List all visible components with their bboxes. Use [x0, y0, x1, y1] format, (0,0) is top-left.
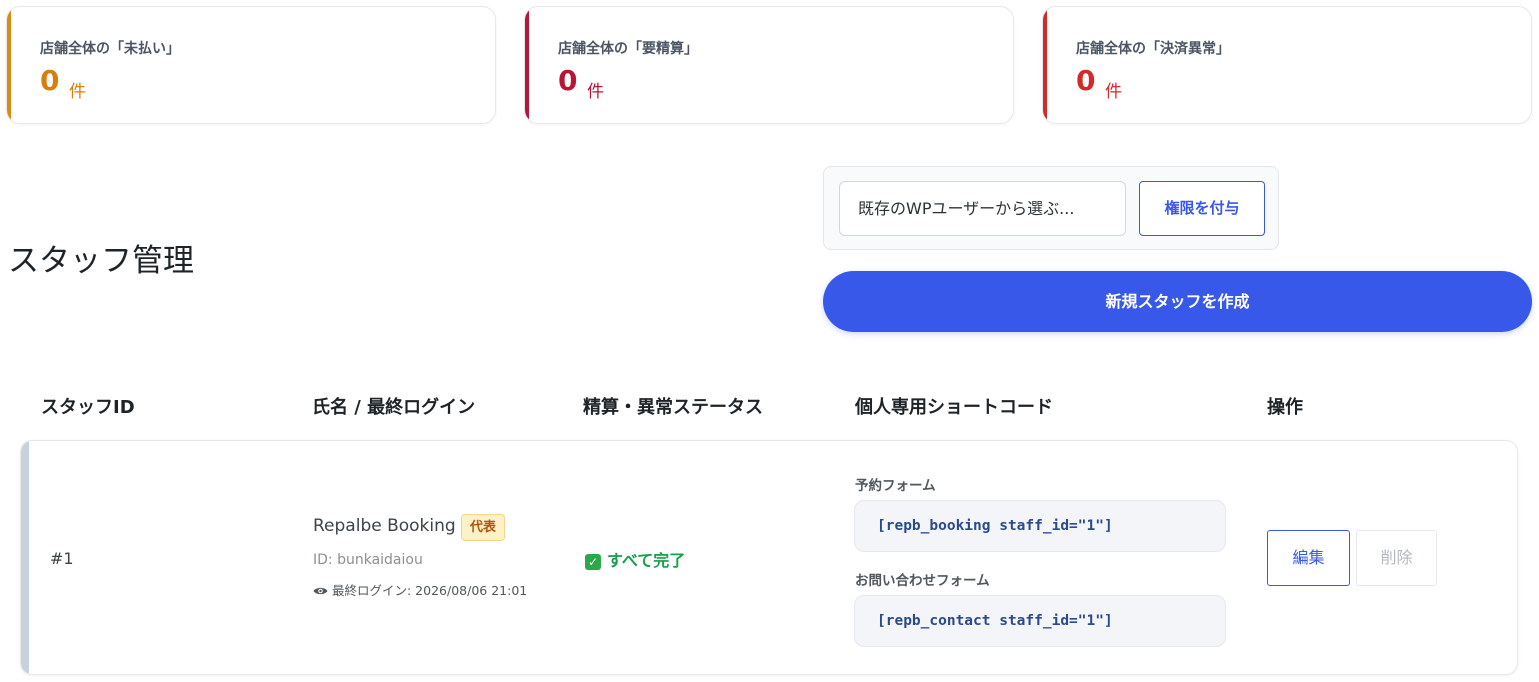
summary-label: 店舗全体の「要精算」: [558, 41, 698, 57]
table-row: #1 Repalbe Booking 代表 ID: bunkaidaiou 最終…: [20, 440, 1518, 675]
contact-shortcode[interactable]: [repb_contact staff_id="1"]: [854, 595, 1226, 647]
settlement-status: ✓ すべて完了: [585, 547, 685, 571]
page-title: スタッフ管理: [8, 243, 194, 279]
summary-unit: 件: [587, 82, 604, 102]
check-icon: ✓: [585, 554, 601, 570]
grant-permission-button[interactable]: 権限を付与: [1139, 181, 1265, 236]
column-header-actions: 操作: [1267, 397, 1303, 418]
booking-form-label: 予約フォーム: [855, 478, 936, 494]
summary-unit: 件: [1105, 82, 1122, 102]
contact-form-label: お問い合わせフォーム: [855, 573, 990, 589]
column-header-staff-id: スタッフID: [41, 397, 135, 418]
wp-user-select[interactable]: 既存のWPユーザーから選ぶ...: [839, 181, 1126, 236]
column-header-status: 精算・異常ステータス: [583, 397, 763, 418]
delete-button[interactable]: 削除: [1356, 530, 1437, 586]
eye-icon: [313, 587, 328, 595]
last-login-text: 最終ログイン: 2026/08/06 21:01: [332, 583, 528, 598]
staff-login-id: ID: bunkaidaiou: [313, 552, 423, 568]
summary-count: 0: [40, 64, 60, 97]
role-badge: 代表: [461, 514, 506, 541]
last-login: 最終ログイン: 2026/08/06 21:01: [313, 580, 527, 599]
summary-label: 店舗全体の「未払い」: [40, 41, 180, 57]
summary-card-settlement: 店舗全体の「要精算」 0 件: [524, 6, 1014, 124]
summary-unit: 件: [69, 82, 86, 102]
create-staff-button[interactable]: 新規スタッフを作成: [823, 271, 1532, 332]
summary-count: 0: [558, 64, 578, 97]
summary-label: 店舗全体の「決済異常」: [1076, 41, 1230, 57]
booking-shortcode[interactable]: [repb_booking staff_id="1"]: [854, 500, 1226, 552]
edit-button[interactable]: 編集: [1267, 530, 1350, 586]
column-header-shortcode: 個人専用ショートコード: [855, 397, 1053, 418]
staff-id: #1: [50, 549, 74, 568]
column-header-name: 氏名 / 最終ログイン: [312, 397, 476, 418]
assign-user-panel: 既存のWPユーザーから選ぶ... 権限を付与: [823, 166, 1279, 250]
staff-name: Repalbe Booking: [313, 516, 456, 536]
summary-card-unpaid: 店舗全体の「未払い」 0 件: [6, 6, 496, 124]
summary-card-payment-error: 店舗全体の「決済異常」 0 件: [1042, 6, 1532, 124]
status-text: すべて完了: [607, 551, 686, 570]
summary-count: 0: [1076, 64, 1096, 97]
